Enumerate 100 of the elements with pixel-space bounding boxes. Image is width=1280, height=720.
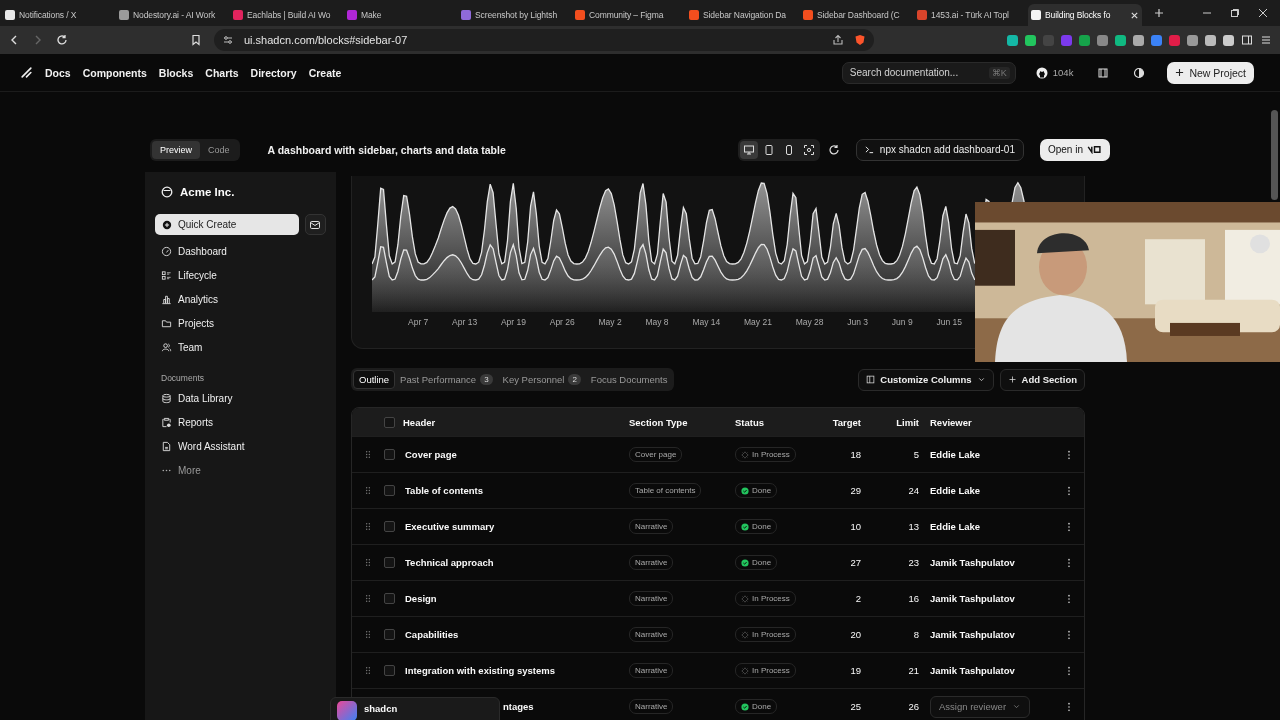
drag-handle-icon[interactable] — [365, 666, 371, 675]
share-icon[interactable] — [832, 34, 844, 46]
more-icon[interactable] — [1067, 701, 1071, 712]
close-icon[interactable] — [1130, 10, 1139, 20]
checkbox[interactable] — [384, 521, 395, 532]
table-cell[interactable]: Table of contents — [403, 485, 629, 496]
more-icon[interactable] — [1067, 629, 1071, 640]
checkbox[interactable] — [384, 557, 395, 568]
extension-icon[interactable] — [1151, 34, 1162, 46]
customize-columns-button[interactable]: Customize Columns — [858, 368, 994, 391]
drag-handle-icon[interactable] — [365, 594, 371, 603]
checkbox[interactable] — [384, 449, 395, 460]
copy-command-button[interactable]: npx shadcn add dashboard-01 — [855, 138, 1024, 161]
extension-icon[interactable] — [1097, 34, 1108, 46]
more-icon[interactable] — [1067, 665, 1071, 676]
close-icon[interactable] — [1258, 8, 1268, 18]
section-tab[interactable]: Key Personnel 2 — [497, 370, 586, 389]
extension-icon[interactable] — [1133, 34, 1144, 46]
table-cell[interactable]: Technical approach — [403, 557, 629, 568]
extension-icon[interactable] — [1115, 34, 1126, 46]
sidebar-item[interactable]: Projects — [155, 311, 326, 335]
github-link[interactable]: 104k — [1035, 66, 1074, 79]
nav-link[interactable]: Components — [82, 66, 147, 79]
nav-link[interactable]: Charts — [205, 66, 239, 79]
browser-tab[interactable]: Make — [344, 4, 458, 26]
section-tab[interactable]: Past Performance 3 — [395, 370, 498, 389]
view-tab[interactable]: Code — [200, 140, 238, 159]
table-cell[interactable]: Executive summary — [403, 521, 629, 532]
open-in-button[interactable]: Open in — [1039, 138, 1110, 161]
new-project-button[interactable]: New Project — [1167, 61, 1254, 84]
sidebar-icon[interactable] — [1241, 34, 1253, 46]
plus-icon[interactable] — [1154, 8, 1164, 18]
refresh-icon[interactable] — [827, 143, 840, 156]
table-cell[interactable]: Cover page — [403, 449, 629, 460]
checkbox[interactable] — [384, 593, 395, 604]
extension-icon[interactable] — [1025, 34, 1036, 46]
drag-handle-icon[interactable] — [365, 558, 371, 567]
layout-icon[interactable] — [1097, 66, 1110, 79]
theme-icon[interactable] — [1133, 66, 1146, 79]
nav-link[interactable]: Blocks — [158, 66, 194, 79]
drag-handle-icon[interactable] — [365, 486, 371, 495]
more-icon[interactable] — [1067, 557, 1071, 568]
add-section-button[interactable]: Add Section — [999, 368, 1085, 391]
browser-tab[interactable]: Nodestory.ai - AI Work — [116, 4, 230, 26]
sidebar-item[interactable]: Data Library — [155, 386, 326, 410]
shield-icon[interactable] — [854, 34, 866, 46]
sidebar-item[interactable]: Analytics — [155, 287, 326, 311]
browser-tab[interactable]: Sidebar Navigation Da — [686, 4, 800, 26]
sidebar-item[interactable]: Team — [155, 335, 326, 359]
nav-link[interactable]: Directory — [250, 66, 297, 79]
more-icon[interactable] — [1067, 521, 1071, 532]
scrollbar[interactable] — [1271, 110, 1278, 200]
site-settings-icon[interactable] — [222, 34, 234, 46]
browser-tab[interactable]: Screenshot by Lightsh — [458, 4, 572, 26]
more-icon[interactable] — [1067, 593, 1071, 604]
extension-icon[interactable] — [1079, 34, 1090, 46]
address-bar[interactable]: ui.shadcn.com/blocks#sidebar-07 — [214, 29, 874, 51]
menu-icon[interactable] — [1260, 34, 1272, 46]
table-cell[interactable]: Integration with existing systems — [403, 665, 629, 676]
drag-handle-icon[interactable] — [365, 630, 371, 639]
table-cell[interactable]: Capabilities — [403, 629, 629, 640]
reload-icon[interactable] — [56, 34, 68, 46]
inbox-button[interactable] — [305, 214, 326, 235]
section-tab[interactable]: Outline — [353, 370, 396, 389]
drag-handle-icon[interactable] — [365, 450, 371, 459]
checkbox[interactable] — [384, 629, 395, 640]
bookmark-icon[interactable] — [190, 34, 202, 46]
logo-icon[interactable] — [20, 66, 33, 79]
quick-create-button[interactable]: Quick Create — [155, 214, 299, 235]
checkbox[interactable] — [384, 416, 395, 428]
restore-icon[interactable] — [1230, 8, 1240, 18]
drag-handle-icon[interactable] — [365, 522, 371, 531]
section-tab[interactable]: Focus Documents — [585, 370, 673, 389]
browser-tab[interactable]: Sidebar Dashboard (C — [800, 4, 914, 26]
browser-tab[interactable]: Building Blocks fo — [1028, 4, 1142, 26]
browser-tab[interactable]: Notifications / X — [2, 4, 116, 26]
desktop-view-button[interactable] — [739, 140, 758, 159]
nav-link[interactable]: Docs — [45, 66, 71, 79]
sidebar-item[interactable]: Reports — [155, 410, 326, 434]
brand-name[interactable]: Acme Inc. — [180, 186, 235, 198]
reviewer-select[interactable]: Assign reviewer — [930, 695, 1031, 718]
checkbox[interactable] — [384, 485, 395, 496]
more-icon[interactable] — [1067, 449, 1071, 460]
extension-icon[interactable] — [1187, 34, 1198, 46]
sidebar-item[interactable]: Lifecycle — [155, 263, 326, 287]
browser-tab[interactable]: 1453.ai - Türk AI Topl — [914, 4, 1028, 26]
extension-icon[interactable] — [1223, 34, 1234, 46]
sidebar-item[interactable]: Word Assistant — [155, 434, 326, 458]
browser-tab[interactable]: Eachlabs | Build AI Wo — [230, 4, 344, 26]
extension-icon[interactable] — [1205, 34, 1216, 46]
nav-link[interactable]: Create — [308, 66, 342, 79]
view-tab[interactable]: Preview — [152, 140, 200, 159]
more-item[interactable]: More — [155, 458, 326, 482]
table-cell[interactable]: Design — [403, 593, 629, 604]
extension-icon[interactable] — [1007, 34, 1018, 46]
browser-tab[interactable]: Community – Figma — [572, 4, 686, 26]
more-icon[interactable] — [1067, 485, 1071, 496]
sidebar-item[interactable]: Dashboard — [155, 239, 326, 263]
user-menu[interactable]: shadcn — [330, 697, 500, 720]
checkbox[interactable] — [384, 665, 395, 676]
